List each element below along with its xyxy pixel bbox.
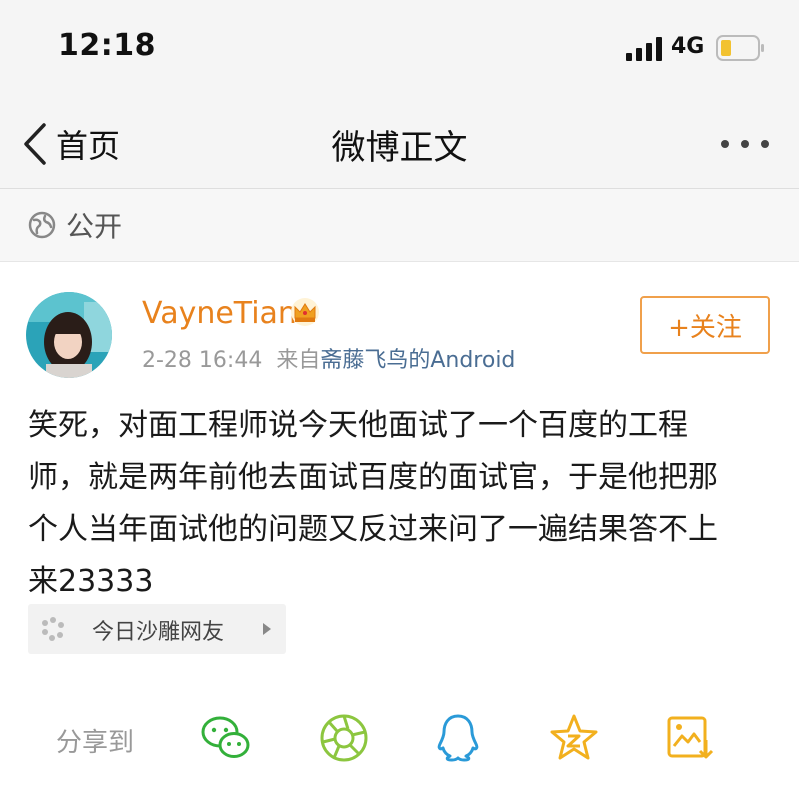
more-icon[interactable]: [718, 134, 772, 154]
network-type: 4G: [671, 34, 705, 59]
share-label: 分享到: [56, 728, 135, 758]
privacy-label: 公开: [66, 210, 123, 243]
back-label: 首页: [56, 127, 121, 165]
status-time: 12:18: [58, 28, 156, 63]
nav-bar: 微博正文 首页: [0, 100, 799, 189]
back-button[interactable]: 首页: [22, 120, 120, 168]
topic-label: 今日沙雕网友: [92, 620, 225, 645]
avatar[interactable]: [26, 292, 112, 378]
qq-icon[interactable]: [432, 712, 484, 764]
post-meta: 2-28 16:44 来自斋藤飞鸟的Android: [142, 342, 515, 374]
post-source[interactable]: 斋藤飞鸟的Android: [320, 348, 515, 373]
status-bar: 12:18 4G: [0, 0, 799, 100]
topic-chip[interactable]: 今日沙雕网友: [28, 604, 286, 654]
chevron-left-icon: [24, 123, 46, 165]
topic-icon: [42, 617, 64, 641]
username[interactable]: VayneTian: [142, 296, 297, 331]
wechat-icon[interactable]: [200, 712, 252, 764]
moments-icon[interactable]: [318, 712, 370, 764]
follow-button[interactable]: +关注: [640, 296, 770, 354]
post-text-line: 笑死，对面工程师说今天他面试了一个百度的工程: [28, 408, 688, 443]
signal-icon: [626, 37, 662, 61]
post-date: 2-28 16:44: [142, 348, 263, 373]
qzone-icon[interactable]: [548, 712, 600, 764]
privacy-row: 公开: [0, 189, 799, 262]
arrow-right-icon: [263, 623, 271, 635]
post-text: 笑死，对面工程师说今天他面试了一个百度的工程 师，就是两年前他去面试百度的面试官…: [28, 400, 788, 608]
battery-icon: [716, 35, 764, 61]
source-prefix: 来自: [276, 348, 321, 373]
post-text-line: 来23333: [28, 564, 154, 599]
globe-icon: [28, 211, 56, 239]
crown-icon: [291, 298, 319, 326]
post-text-line: 师，就是两年前他去面试百度的面试官，于是他把那: [28, 460, 718, 495]
save-image-icon[interactable]: [664, 712, 716, 764]
post-text-line: 个人当年面试他的问题又反过来问了一遍结果答不上: [28, 512, 718, 547]
